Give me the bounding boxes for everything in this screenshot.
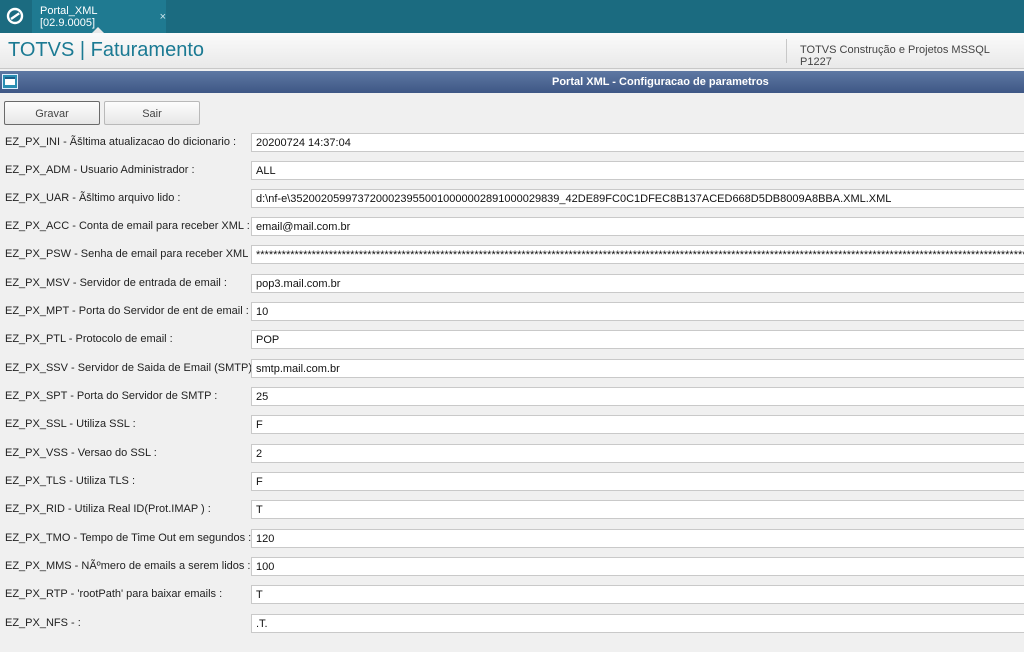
param-input[interactable]: 10 — [251, 302, 1024, 321]
param-input[interactable]: ALL — [251, 161, 1024, 180]
exit-button[interactable]: Sair — [104, 101, 200, 125]
param-label: EZ_PX_RTP - 'rootPath' para baixar email… — [5, 588, 223, 600]
param-input[interactable]: 120 — [251, 529, 1024, 548]
param-row: EZ_PX_RID - Utiliza Real ID(Prot.IMAP ) … — [0, 500, 1024, 520]
param-label: EZ_PX_TMO - Tempo de Time Out em segundo… — [5, 532, 252, 544]
param-input[interactable]: POP — [251, 330, 1024, 349]
param-row: EZ_PX_ADM - Usuario Administrador : ALL — [0, 161, 1024, 181]
param-input[interactable]: 20200724 14:37:04 — [251, 133, 1024, 152]
window-title-bar: Portal XML - Configuracao de parametros — [0, 71, 1024, 93]
param-label: EZ_PX_MMS - NÃºmero de emails a serem li… — [5, 560, 251, 572]
param-label: EZ_PX_PSW - Senha de email para receber … — [5, 248, 255, 260]
password-input[interactable]: ****************************************… — [251, 245, 1024, 264]
param-label: EZ_PX_TLS - Utiliza TLS : — [5, 475, 136, 487]
app-header: TOTVS | Faturamento TOTVS Construção e P… — [0, 33, 1024, 69]
param-row: EZ_PX_INI - Ãšltima atualizacao do dicio… — [0, 133, 1024, 153]
param-input[interactable]: T — [251, 500, 1024, 519]
app-title: TOTVS | Faturamento — [8, 39, 205, 61]
environment-label: TOTVS Construção e Projetos MSSQL P1227 — [800, 44, 990, 68]
param-input[interactable]: F — [251, 415, 1024, 434]
param-row: EZ_PX_ACC - Conta de email para receber … — [0, 217, 1024, 237]
param-row: EZ_PX_SPT - Porta do Servidor de SMTP : … — [0, 387, 1024, 407]
param-input[interactable]: F — [251, 472, 1024, 491]
save-button[interactable]: Gravar — [4, 101, 100, 125]
param-input[interactable]: .T. — [251, 614, 1024, 633]
tab-close-icon[interactable]: × — [160, 11, 166, 23]
param-label: EZ_PX_MPT - Porta do Servidor de ent de … — [5, 305, 249, 317]
param-row: EZ_PX_PSW - Senha de email para receber … — [0, 245, 1024, 265]
param-label: EZ_PX_ACC - Conta de email para receber … — [5, 220, 250, 232]
param-input[interactable]: email@mail.com.br — [251, 217, 1024, 236]
tab-label: Portal_XML [02.9.0005] — [40, 4, 98, 29]
param-row: EZ_PX_MMS - NÃºmero de emails a serem li… — [0, 557, 1024, 577]
window-icon — [2, 74, 18, 89]
param-row: EZ_PX_SSV - Servidor de Saida de Email (… — [0, 359, 1024, 379]
tab-bar: Portal_XML [02.9.0005] × — [0, 0, 1024, 33]
param-input[interactable]: 2 — [251, 444, 1024, 463]
param-input[interactable]: pop3.mail.com.br — [251, 274, 1024, 293]
totvs-logo-icon[interactable] — [6, 7, 24, 25]
param-row: EZ_PX_RTP - 'rootPath' para baixar email… — [0, 585, 1024, 605]
param-label: EZ_PX_UAR - Ãšltimo arquivo lido : — [5, 192, 181, 204]
param-input[interactable]: 100 — [251, 557, 1024, 576]
param-row: EZ_PX_UAR - Ãšltimo arquivo lido : d:\nf… — [0, 189, 1024, 209]
param-row: EZ_PX_NFS - : .T. — [0, 614, 1024, 634]
param-row: EZ_PX_MSV - Servidor de entrada de email… — [0, 274, 1024, 294]
param-row: EZ_PX_VSS - Versao do SSL : 2 — [0, 444, 1024, 464]
param-label: EZ_PX_SSL - Utiliza SSL : — [5, 418, 136, 430]
param-label: EZ_PX_ADM - Usuario Administrador : — [5, 164, 195, 176]
param-row: EZ_PX_TLS - Utiliza TLS : F — [0, 472, 1024, 492]
param-row: EZ_PX_PTL - Protocolo de email : POP — [0, 330, 1024, 350]
param-row: EZ_PX_SSL - Utiliza SSL : F — [0, 415, 1024, 435]
param-label: EZ_PX_RID - Utiliza Real ID(Prot.IMAP ) … — [5, 503, 211, 515]
param-label: EZ_PX_MSV - Servidor de entrada de email… — [5, 277, 227, 289]
header-divider — [786, 39, 787, 63]
param-input[interactable]: 25 — [251, 387, 1024, 406]
param-input[interactable]: T — [251, 585, 1024, 604]
window-title: Portal XML - Configuracao de parametros — [552, 76, 769, 88]
param-label: EZ_PX_VSS - Versao do SSL : — [5, 447, 157, 459]
param-label: EZ_PX_SSV - Servidor de Saida de Email (… — [5, 362, 259, 374]
param-label: EZ_PX_NFS - : — [5, 617, 81, 629]
param-label: EZ_PX_INI - Ãšltima atualizacao do dicio… — [5, 136, 237, 148]
param-input[interactable]: smtp.mail.com.br — [251, 359, 1024, 378]
param-label: EZ_PX_SPT - Porta do Servidor de SMTP : — [5, 390, 218, 402]
param-row: EZ_PX_TMO - Tempo de Time Out em segundo… — [0, 529, 1024, 549]
param-input[interactable]: d:\nf-e\35200205997372000239550010000002… — [251, 189, 1024, 208]
param-row: EZ_PX_MPT - Porta do Servidor de ent de … — [0, 302, 1024, 322]
param-label: EZ_PX_PTL - Protocolo de email : — [5, 333, 173, 345]
